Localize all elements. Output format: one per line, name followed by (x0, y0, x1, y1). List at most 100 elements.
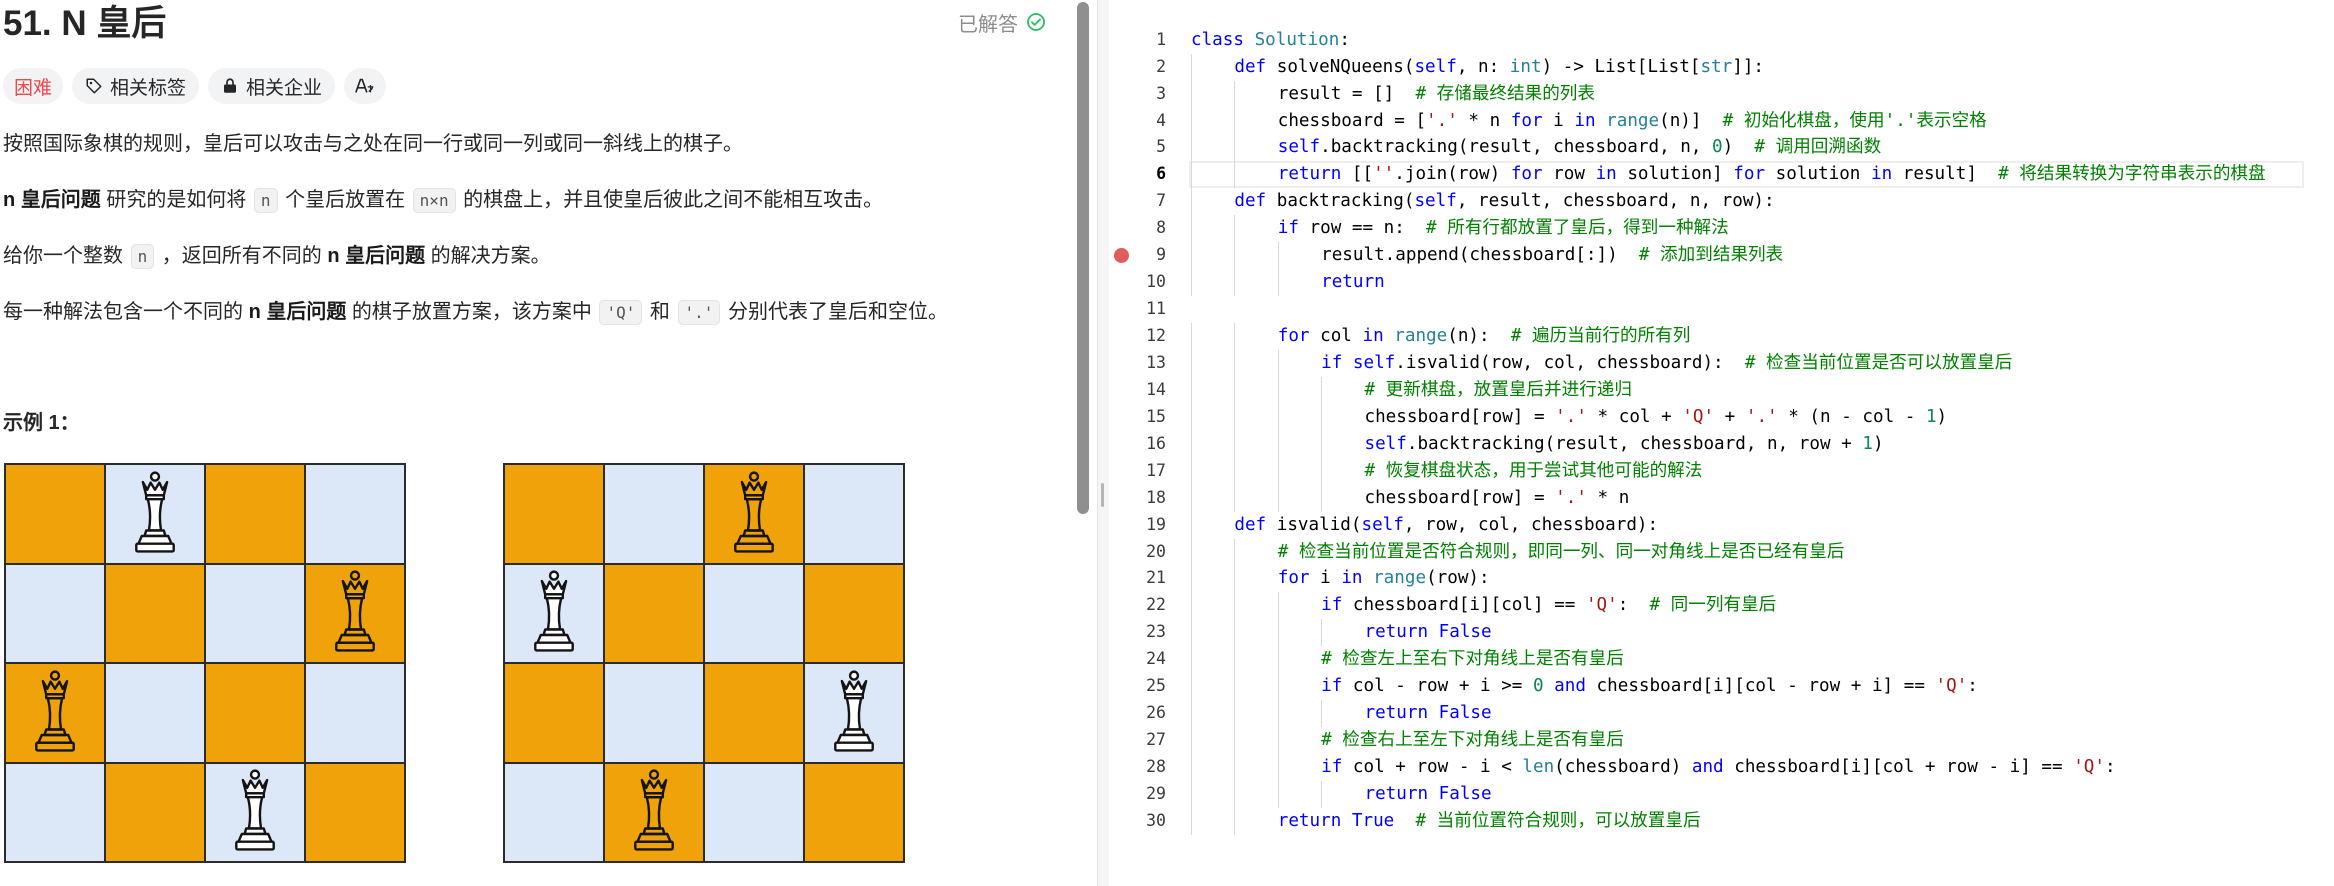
line-number[interactable]: 11 (1127, 296, 1166, 323)
board-cell (106, 465, 204, 563)
code-line[interactable]: if chessboard[i][col] == 'Q': # 同一列有皇后 (1191, 592, 1777, 620)
line-number[interactable]: 10 (1127, 269, 1166, 296)
line-number[interactable]: 23 (1127, 619, 1166, 646)
code-line[interactable]: def isvalid(self, row, col, chessboard): (1191, 511, 1658, 539)
line-number[interactable]: 1 (1127, 27, 1166, 54)
panel-resize-handle[interactable] (1097, 0, 1109, 886)
code-keyword: if (1321, 595, 1343, 616)
indent-guide (1321, 403, 1364, 431)
code-comment: # 调用回溯函数 (1754, 137, 1882, 158)
line-number[interactable]: 9 (1127, 242, 1166, 269)
code-keyword: in (1871, 164, 1893, 185)
line-number[interactable]: 26 (1127, 700, 1166, 727)
line-number[interactable]: 3 (1127, 81, 1166, 108)
related-companies-button[interactable]: 相关企业 (208, 68, 336, 104)
line-number[interactable]: 5 (1127, 134, 1166, 161)
code-comment: # 存储最终结果的列表 (1415, 83, 1595, 104)
line-number[interactable]: 13 (1127, 350, 1166, 377)
code-line[interactable]: result.append(chessboard[:]) # 添加到结果列表 (1191, 242, 1783, 270)
difficulty-badge[interactable]: 困难 (3, 68, 64, 104)
indent-guide (1277, 349, 1321, 377)
code-comment: # 当前位置符合规则，可以放置皇后 (1415, 810, 1701, 831)
line-number[interactable]: 8 (1127, 215, 1166, 242)
code-line[interactable]: # 检查左上至右下对角线上是否有皇后 (1191, 646, 1624, 674)
code-line-row: 1 class Solution: (1109, 27, 2334, 54)
board-cell (705, 564, 803, 662)
code-comment: # 同一列有皇后 (1649, 595, 1777, 616)
description-scrollbar[interactable] (1077, 2, 1089, 514)
indent-guide (1321, 430, 1364, 458)
board-cell (505, 564, 603, 662)
code-line[interactable]: return False (1191, 780, 1492, 808)
code-type: range (1394, 326, 1448, 346)
code-line[interactable]: # 更新棋盘，放置皇后并进行递归 (1191, 376, 1632, 404)
code-line[interactable]: for col in range(n): # 遍历当前行的所有列 (1191, 323, 1690, 350)
code-line[interactable]: return True # 当前位置符合规则，可以放置皇后 (1191, 807, 1701, 835)
line-number[interactable]: 4 (1127, 108, 1166, 135)
line-number[interactable]: 19 (1127, 512, 1166, 539)
resize-grip-icon[interactable] (1101, 483, 1104, 507)
code-number: 1 (1862, 433, 1873, 454)
code-comment: # 遍历当前行的所有列 (1510, 326, 1691, 346)
line-number[interactable]: 22 (1127, 592, 1166, 619)
code-editor[interactable]: 1 class Solution: 2 def solveNQueens(self,… (1109, 0, 2334, 886)
code-line[interactable]: if row == n: # 所有行都放置了皇后，得到一种解法 (1191, 215, 1729, 243)
line-number[interactable]: 27 (1127, 727, 1166, 754)
line-number[interactable]: 30 (1127, 808, 1166, 835)
code-keyword: in (1595, 164, 1617, 185)
line-number[interactable]: 6 (1127, 161, 1166, 188)
code-line[interactable]: # 恢复棋盘状态，用于尝试其他可能的解法 (1191, 457, 1702, 485)
line-number[interactable]: 15 (1127, 404, 1166, 431)
code-keyword: self (1277, 137, 1321, 158)
indent-guide (1234, 807, 1277, 835)
code-string: 'Q' (2073, 757, 2105, 777)
paragraph-text: 的棋子放置方案，该方案中 (346, 301, 598, 323)
code-line[interactable]: chessboard = ['.' * n for i in range(n)]… (1191, 107, 1987, 135)
line-number[interactable]: 16 (1127, 431, 1166, 458)
indent-guide (1321, 484, 1364, 512)
code-line[interactable]: for i in range(row): (1191, 565, 1490, 593)
code-line[interactable]: # 检查当前位置是否符合规则，即同一列、同一对角线上是否已经有皇后 (1191, 538, 1844, 566)
indent-guide (1191, 754, 1234, 781)
line-number[interactable]: 28 (1127, 754, 1166, 781)
board-cell (306, 664, 404, 762)
code-line[interactable]: class Solution: (1191, 27, 1350, 54)
code-line[interactable]: if self.isvalid(row, col, chessboard): #… (1191, 349, 2012, 377)
indent-guide (1277, 592, 1321, 620)
related-topics-button[interactable]: 相关标签 (72, 68, 200, 104)
code-line[interactable]: return [[''.join(row) for row in solutio… (1191, 161, 2266, 189)
code-line-row: 16 self.backtracking(result, chessboard,… (1109, 430, 2334, 458)
language-toggle-button[interactable] (344, 68, 387, 104)
code-line[interactable]: return False (1191, 619, 1492, 647)
code-keyword: False (1438, 783, 1492, 804)
code-keyword: if (1321, 676, 1343, 697)
code-line[interactable]: chessboard[row] = '.' * col + 'Q' + '.' … (1191, 403, 1947, 431)
code-line[interactable]: self.backtracking(result, chessboard, n,… (1191, 134, 1882, 162)
code-keyword: return (1321, 272, 1385, 293)
code-keyword: return (1364, 622, 1429, 643)
code-line[interactable]: chessboard[row] = '.' * n (1191, 484, 1629, 512)
code-line[interactable]: if col - row + i >= 0 and chessboard[i][… (1191, 673, 1978, 701)
line-number[interactable]: 21 (1127, 565, 1166, 592)
indent-guide (1277, 430, 1321, 458)
code-line-row: 28 if col + row - i < len(chessboard) an… (1109, 754, 2334, 781)
line-number[interactable]: 29 (1127, 781, 1166, 808)
code-line[interactable]: def backtracking(self, result, chessboar… (1191, 188, 1775, 216)
code-line[interactable]: result = [] # 存储最终结果的列表 (1191, 80, 1595, 108)
line-number[interactable]: 24 (1127, 646, 1166, 673)
line-number[interactable]: 7 (1127, 188, 1166, 215)
code-line[interactable]: # 检查右上至左下对角线上是否有皇后 (1191, 727, 1624, 754)
code-line[interactable]: return (1191, 269, 1385, 297)
code-line[interactable]: if col + row - i < len(chessboard) and c… (1191, 754, 2116, 781)
line-number[interactable]: 14 (1127, 377, 1166, 404)
code-line[interactable]: self.backtracking(result, chessboard, n,… (1191, 430, 1884, 458)
line-number[interactable]: 17 (1127, 458, 1166, 485)
code-line-row: 23 return False (1109, 619, 2334, 647)
line-number[interactable]: 25 (1127, 673, 1166, 700)
code-line[interactable]: return False (1191, 700, 1492, 728)
line-number[interactable]: 12 (1127, 323, 1166, 350)
line-number[interactable]: 2 (1127, 54, 1166, 81)
code-line[interactable]: def solveNQueens(self, n: int) -> List[L… (1191, 53, 1764, 81)
line-number[interactable]: 18 (1127, 485, 1166, 512)
line-number[interactable]: 20 (1127, 539, 1166, 566)
